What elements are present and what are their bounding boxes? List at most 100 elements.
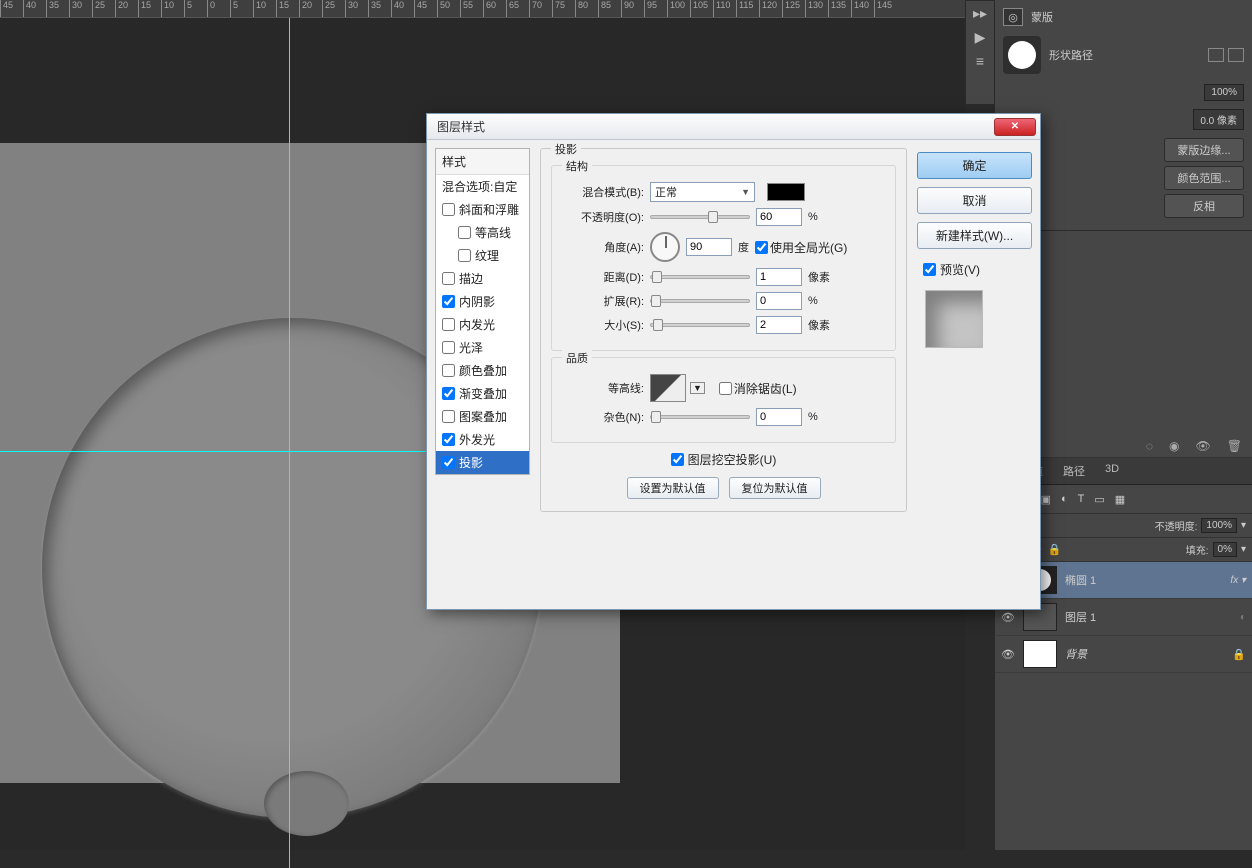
- anti-alias-check[interactable]: 消除锯齿(L): [719, 380, 797, 397]
- structure-legend: 结构: [562, 158, 592, 174]
- filter-image-icon[interactable]: ▣: [1041, 493, 1051, 506]
- visibility-toggle[interactable]: 👁: [1001, 611, 1015, 624]
- collapse-icon[interactable]: ▸▸: [966, 1, 994, 25]
- filter-adjust-icon[interactable]: ◐: [1061, 493, 1068, 505]
- dialog-title: 图层样式: [431, 118, 485, 135]
- masks-title: 蒙版: [1031, 9, 1053, 25]
- mask-edge-button[interactable]: 蒙版边缘...: [1164, 138, 1244, 162]
- fx-indicator-hidden[interactable]: ◐: [1240, 612, 1246, 623]
- cancel-button[interactable]: 取消: [917, 187, 1032, 214]
- layer-name[interactable]: 图层 1: [1065, 609, 1096, 625]
- guide-vertical[interactable]: [289, 18, 290, 868]
- opacity-slider[interactable]: [650, 215, 750, 219]
- blend-mode-combo[interactable]: 正常▼: [650, 182, 755, 202]
- fill-arrow-icon[interactable]: ▾: [1241, 544, 1246, 555]
- brush-icon[interactable]: ≡: [966, 49, 994, 73]
- global-light-check[interactable]: 使用全局光(G): [755, 239, 847, 256]
- dotted-circle-icon[interactable]: ◌: [1146, 439, 1153, 453]
- style-bevel[interactable]: 斜面和浮雕: [436, 198, 529, 221]
- ok-button[interactable]: 确定: [917, 152, 1032, 179]
- drop-shadow-legend: 投影: [551, 141, 581, 157]
- shape-preview[interactable]: [1003, 36, 1041, 74]
- layer-style-dialog: 图层样式 ✕ 样式 混合选项:自定 斜面和浮雕 等高线 纹理 描边 内阴影 内发…: [426, 113, 1041, 610]
- style-outer-glow[interactable]: 外发光: [436, 428, 529, 451]
- noise-input[interactable]: [756, 408, 802, 426]
- tab-3d[interactable]: 3D: [1095, 458, 1129, 484]
- density-value[interactable]: 100%: [1204, 84, 1244, 101]
- tab-paths[interactable]: 路径: [1053, 458, 1095, 484]
- spread-slider[interactable]: [650, 299, 750, 303]
- layer-name[interactable]: 椭圆 1: [1065, 572, 1096, 588]
- contour-arrow[interactable]: ▼: [690, 382, 705, 394]
- feather-value[interactable]: 0.0 像素: [1193, 109, 1244, 130]
- eye-icon[interactable]: 👁: [1196, 439, 1211, 453]
- distance-label: 距离(D):: [562, 269, 644, 285]
- opacity-value[interactable]: 100%: [1201, 518, 1237, 533]
- style-inner-glow[interactable]: 内发光: [436, 313, 529, 336]
- blend-mode-label: 混合模式(B):: [562, 184, 644, 200]
- distance-input[interactable]: [756, 268, 802, 286]
- color-range-button[interactable]: 颜色范围...: [1164, 166, 1244, 190]
- angle-dial[interactable]: [650, 232, 680, 262]
- opacity-label: 不透明度(O):: [562, 209, 644, 225]
- right-tool-strip: ▸▸ ▶ ≡: [965, 0, 995, 105]
- layer-row-background[interactable]: 👁 背景 🔒: [995, 636, 1252, 673]
- angle-label: 角度(A):: [562, 239, 644, 255]
- drop-shadow-fieldset: 投影 结构 混合模式(B): 正常▼ 不透明度(O): %: [540, 148, 907, 512]
- knockout-check[interactable]: 图层挖空投影(U): [671, 451, 777, 468]
- style-satin[interactable]: 光泽: [436, 336, 529, 359]
- layer-thumb: [1023, 640, 1057, 668]
- noise-slider[interactable]: [650, 415, 750, 419]
- opacity-label: 不透明度:: [1155, 518, 1198, 533]
- add-vector-mask-icon[interactable]: [1228, 48, 1244, 62]
- settings-column: 投影 结构 混合模式(B): 正常▼ 不透明度(O): %: [540, 148, 907, 602]
- distance-slider[interactable]: [650, 275, 750, 279]
- style-gradient-overlay[interactable]: 渐变叠加: [436, 382, 529, 405]
- filter-smart-icon[interactable]: ▦: [1115, 493, 1125, 506]
- styles-header[interactable]: 样式: [436, 149, 529, 175]
- style-contour-sub[interactable]: 等高线: [436, 221, 529, 244]
- close-button[interactable]: ✕: [994, 118, 1036, 136]
- lock-icon: 🔒: [1232, 648, 1246, 661]
- fx-indicator[interactable]: fx ▾: [1230, 575, 1246, 586]
- quality-group: 品质 等高线: ▼ 消除锯齿(L) 杂色(N): %: [551, 357, 896, 443]
- spread-input[interactable]: [756, 292, 802, 310]
- trash-icon[interactable]: 🗑: [1227, 439, 1242, 453]
- shadow-color-well[interactable]: [767, 183, 805, 201]
- shape-tail: [264, 771, 349, 836]
- filter-shape-icon[interactable]: ▭: [1094, 493, 1104, 506]
- preview-checkbox[interactable]: 预览(V): [917, 257, 1032, 282]
- fill-value[interactable]: 0%: [1213, 542, 1237, 557]
- style-pattern-overlay[interactable]: 图案叠加: [436, 405, 529, 428]
- lock-all-icon[interactable]: 🔒: [1048, 543, 1062, 556]
- opacity-arrow-icon[interactable]: ▾: [1241, 520, 1246, 531]
- reset-default-button[interactable]: 复位为默认值: [729, 477, 821, 499]
- new-style-button[interactable]: 新建样式(W)...: [917, 222, 1032, 249]
- target-icon[interactable]: ◉: [1169, 439, 1179, 453]
- dialog-titlebar[interactable]: 图层样式 ✕: [427, 114, 1040, 140]
- contour-label: 等高线:: [562, 380, 644, 396]
- invert-button[interactable]: 反相: [1164, 194, 1244, 218]
- filter-type-icon[interactable]: T: [1078, 493, 1085, 505]
- add-pixel-mask-icon[interactable]: [1208, 48, 1224, 62]
- angle-input[interactable]: [686, 238, 732, 256]
- style-color-overlay[interactable]: 颜色叠加: [436, 359, 529, 382]
- size-input[interactable]: [756, 316, 802, 334]
- make-default-button[interactable]: 设置为默认值: [627, 477, 719, 499]
- blend-options-row[interactable]: 混合选项:自定: [436, 175, 529, 198]
- noise-label: 杂色(N):: [562, 409, 644, 425]
- style-texture-sub[interactable]: 纹理: [436, 244, 529, 267]
- visibility-toggle[interactable]: 👁: [1001, 648, 1015, 661]
- style-stroke[interactable]: 描边: [436, 267, 529, 290]
- mask-thumb-icon[interactable]: ◎: [1003, 8, 1023, 26]
- style-drop-shadow[interactable]: 投影: [436, 451, 529, 474]
- style-inner-shadow[interactable]: 内阴影: [436, 290, 529, 313]
- play-icon[interactable]: ▶: [966, 25, 994, 49]
- spread-label: 扩展(R):: [562, 293, 644, 309]
- layer-name[interactable]: 背景: [1065, 646, 1087, 662]
- structure-group: 结构 混合模式(B): 正常▼ 不透明度(O): % 角度(A):: [551, 165, 896, 351]
- size-label: 大小(S):: [562, 317, 644, 333]
- size-slider[interactable]: [650, 323, 750, 327]
- contour-picker[interactable]: [650, 374, 686, 402]
- opacity-input[interactable]: [756, 208, 802, 226]
